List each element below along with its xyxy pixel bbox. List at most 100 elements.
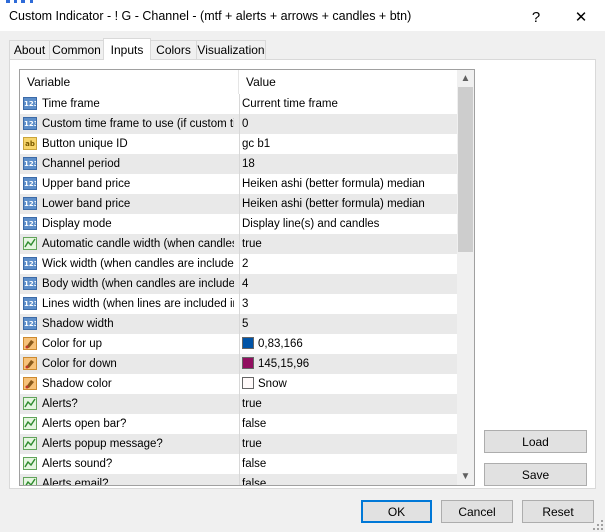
boolean-type-icon: [23, 397, 37, 410]
variable-value[interactable]: false: [242, 414, 456, 434]
color-swatch[interactable]: [242, 377, 254, 389]
grid-row[interactable]: Color for down 145,15,96: [20, 354, 458, 374]
grid-row[interactable]: 123 Lower band price Heiken ashi (better f…: [20, 194, 458, 214]
variable-value[interactable]: 145,15,96: [242, 354, 456, 374]
help-button[interactable]: ?: [514, 3, 558, 31]
column-divider: [239, 254, 240, 274]
variable-value[interactable]: Heiken ashi (better formula) median: [242, 194, 456, 214]
grid-row[interactable]: Automatic candle width (when candles... t…: [20, 234, 458, 254]
ok-label: OK: [387, 504, 406, 519]
save-button[interactable]: Save: [484, 463, 587, 486]
variable-name: Alerts open bar?: [42, 418, 127, 430]
value-text: true: [242, 238, 262, 250]
reset-button[interactable]: Reset: [522, 500, 594, 523]
grid-row[interactable]: 123 Lines width (when lines are included …: [20, 294, 458, 314]
grid-row[interactable]: 123 Custom time frame to use (if custom t…: [20, 114, 458, 134]
column-divider: [239, 174, 240, 194]
variable-name: Body width (when candles are include...: [42, 278, 234, 290]
column-divider: [239, 334, 240, 354]
variable-name: Color for down: [42, 358, 117, 370]
grid-row[interactable]: Alerts popup message? true: [20, 434, 458, 454]
load-button[interactable]: Load: [484, 430, 587, 453]
grid-row[interactable]: 123 Body width (when candles are include.…: [20, 274, 458, 294]
variable-value[interactable]: false: [242, 474, 456, 486]
number-type-icon: 123: [23, 157, 37, 170]
tab-about[interactable]: About: [9, 40, 50, 59]
tab-label: Visualization: [197, 43, 265, 57]
color-type-icon: [23, 377, 37, 390]
tab-inputs[interactable]: Inputs: [103, 38, 151, 60]
close-button[interactable]: ✕: [559, 3, 603, 31]
variable-value[interactable]: 0,83,166: [242, 334, 456, 354]
grid-row[interactable]: Alerts? true: [20, 394, 458, 414]
title-bar[interactable]: Custom Indicator - ! G - Channel - (mtf …: [0, 3, 605, 31]
grid-row[interactable]: 123 Display mode Display line(s) and candl…: [20, 214, 458, 234]
grid-row[interactable]: Shadow color Snow: [20, 374, 458, 394]
grid-row[interactable]: 123 Upper band price Heiken ashi (better f…: [20, 174, 458, 194]
value-text: 18: [242, 158, 255, 170]
grid-row[interactable]: 123 Time frame Current time frame: [20, 94, 458, 114]
column-header-variable[interactable]: Variable: [20, 70, 239, 94]
number-type-icon: 123: [23, 197, 37, 210]
grid-row[interactable]: 123 Shadow width 5: [20, 314, 458, 334]
cancel-label: Cancel: [458, 504, 496, 519]
number-type-icon: 123: [23, 277, 37, 290]
column-divider: [239, 474, 240, 485]
column-divider: [239, 414, 240, 434]
tab-visualization[interactable]: Visualization: [196, 40, 266, 59]
grid-row[interactable]: Color for up 0,83,166: [20, 334, 458, 354]
variable-value[interactable]: true: [242, 234, 456, 254]
value-text: true: [242, 398, 262, 410]
variable-value[interactable]: Snow: [242, 374, 456, 394]
variable-value[interactable]: 0: [242, 114, 456, 134]
grid-row[interactable]: ab Button unique ID gc b1: [20, 134, 458, 154]
variable-name: Lines width (when lines are included in …: [42, 298, 234, 310]
scroll-thumb[interactable]: [458, 87, 473, 252]
grid-row[interactable]: 123 Wick width (when candles are include.…: [20, 254, 458, 274]
tab-common[interactable]: Common: [49, 40, 104, 59]
color-swatch[interactable]: [242, 337, 254, 349]
vertical-scrollbar[interactable]: ▲ ▼: [457, 70, 474, 485]
value-text: Heiken ashi (better formula) median: [242, 178, 425, 190]
column-divider: [239, 194, 240, 214]
number-type-icon: 123: [23, 257, 37, 270]
variable-value[interactable]: true: [242, 434, 456, 454]
help-icon: ?: [531, 8, 541, 26]
load-label: Load: [522, 434, 549, 449]
value-text: Heiken ashi (better formula) median: [242, 198, 425, 210]
variable-value[interactable]: false: [242, 454, 456, 474]
value-text: 5: [242, 318, 249, 330]
grid-row[interactable]: Alerts open bar? false: [20, 414, 458, 434]
variable-value[interactable]: Current time frame: [242, 94, 456, 114]
value-text: 3: [242, 298, 249, 310]
variable-value[interactable]: 18: [242, 154, 456, 174]
variable-value[interactable]: 2: [242, 254, 456, 274]
variable-name: Shadow width: [42, 318, 114, 330]
scroll-up-icon[interactable]: ▲: [457, 70, 474, 87]
variable-name: Button unique ID: [42, 138, 128, 150]
variable-value[interactable]: 5: [242, 314, 456, 334]
grid-row[interactable]: Alerts email? false: [20, 474, 458, 486]
scroll-down-icon[interactable]: ▼: [457, 468, 474, 485]
variable-value[interactable]: 3: [242, 294, 456, 314]
grid-row[interactable]: Alerts sound? false: [20, 454, 458, 474]
column-divider: [239, 454, 240, 474]
color-swatch[interactable]: [242, 357, 254, 369]
variable-value[interactable]: true: [242, 394, 456, 414]
column-divider: [239, 434, 240, 454]
tab-label: Inputs: [110, 42, 144, 57]
variable-value[interactable]: gc b1: [242, 134, 456, 154]
resize-grip-icon[interactable]: [593, 520, 603, 530]
variable-value[interactable]: 4: [242, 274, 456, 294]
tab-label: Colors: [156, 43, 191, 57]
ok-button[interactable]: OK: [361, 500, 432, 523]
cancel-button[interactable]: Cancel: [441, 500, 513, 523]
number-type-icon: 123: [23, 97, 37, 110]
grid-row[interactable]: 123 Channel period 18: [20, 154, 458, 174]
tab-colors[interactable]: Colors: [150, 40, 197, 59]
value-text: false: [242, 478, 267, 486]
column-divider: [239, 214, 240, 234]
variable-value[interactable]: Display line(s) and candles: [242, 214, 456, 234]
column-header-value[interactable]: Value: [239, 70, 458, 94]
variable-value[interactable]: Heiken ashi (better formula) median: [242, 174, 456, 194]
